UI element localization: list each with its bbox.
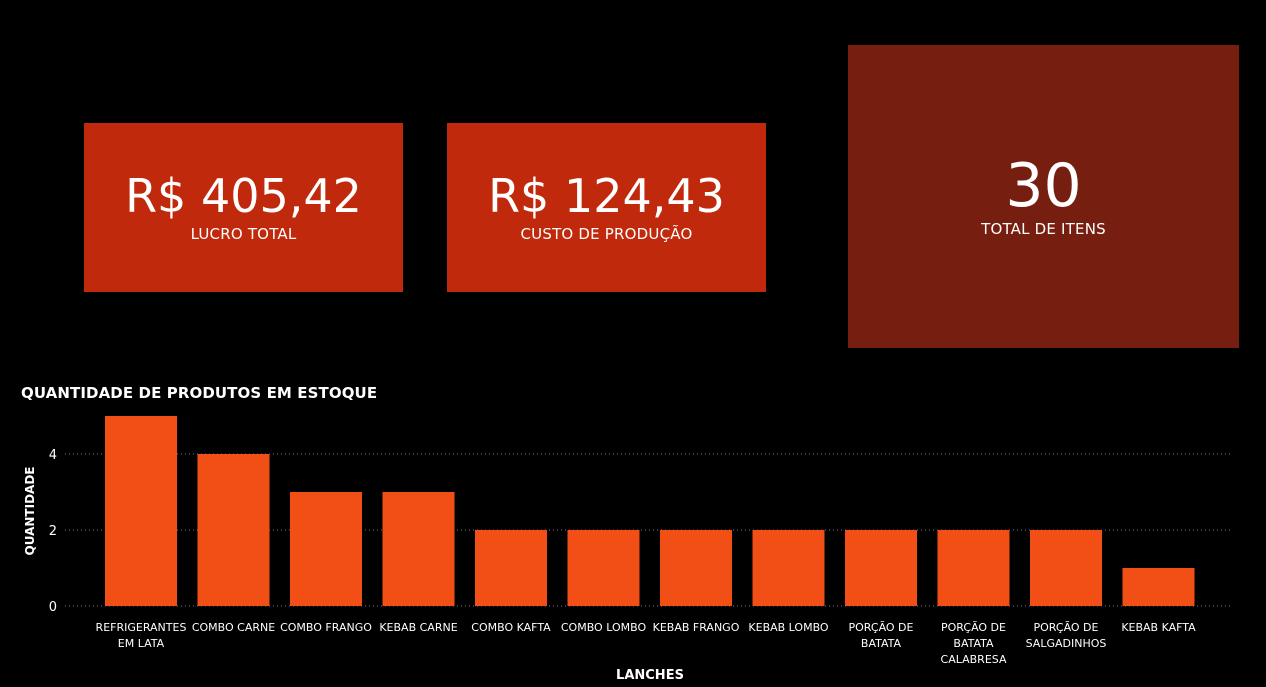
x-tick-label-9: PORÇÃO DE BATATA xyxy=(849,621,914,650)
bar-10 xyxy=(937,530,1010,606)
bar-9 xyxy=(845,530,917,606)
x-tick-label-12: KEBAB KAFTA xyxy=(1121,621,1196,634)
y-tick-label-4: 4 xyxy=(49,448,57,463)
bar-4 xyxy=(382,492,455,606)
bar-5 xyxy=(475,530,547,606)
y-axis-title: QUANTIDADE xyxy=(23,467,37,556)
x-tick-label-10: PORÇÃO DE BATATA CALABRESA xyxy=(941,621,1007,666)
bar-12 xyxy=(1122,568,1195,606)
bar-7 xyxy=(660,530,732,606)
x-tick-label-4: KEBAB CARNE xyxy=(379,621,457,634)
x-tick-label-8: KEBAB LOMBO xyxy=(748,621,829,634)
bar-2 xyxy=(197,454,270,606)
bar-1 xyxy=(105,416,177,606)
x-tick-label-7: KEBAB FRANGO xyxy=(653,621,740,634)
stock-bar-chart: 0 2 4 REFRIGERANTES EM LATA COMBO CARNE COMBO … xyxy=(23,416,1230,683)
y-tick-label-2: 2 xyxy=(49,524,57,539)
x-tick-label-5: COMBO KAFTA xyxy=(471,621,551,634)
x-tick-label-6: COMBO LOMBO xyxy=(561,621,647,634)
x-tick-label-1: REFRIGERANTES EM LATA xyxy=(96,621,187,650)
x-tick-label-11: PORÇÃO DE SALGADINHOS xyxy=(1026,621,1107,650)
bar-6 xyxy=(567,530,640,606)
bar-3 xyxy=(290,492,362,606)
bar-8 xyxy=(752,530,825,606)
x-tick-label-2: COMBO CARNE xyxy=(192,621,275,634)
x-tick-label-3: COMBO FRANGO xyxy=(280,621,372,634)
x-axis-title: LANCHES xyxy=(616,668,684,683)
y-tick-label-0: 0 xyxy=(49,600,57,615)
bar-11 xyxy=(1030,530,1102,606)
